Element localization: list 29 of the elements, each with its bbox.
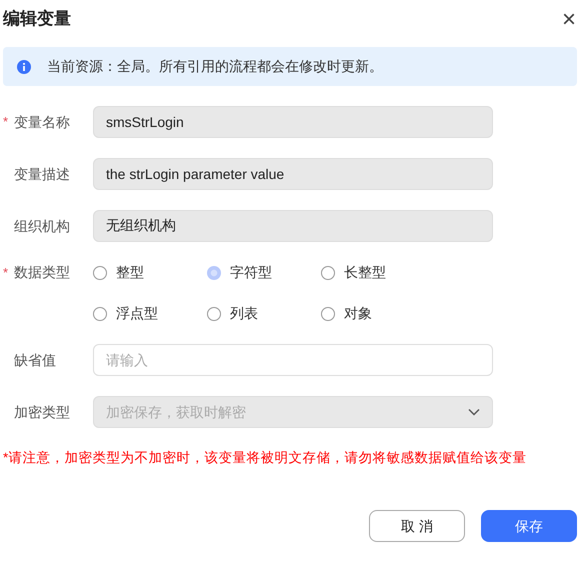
warning-text: *请注意，加密类型为不加密时，该变量将被明文存储，请勿将敏感数据赋值给该变量 (2, 449, 528, 467)
field-label: 缺省值 (14, 350, 56, 370)
radio-button[interactable] (321, 306, 335, 320)
dialog-title: 编辑变量 (3, 9, 71, 30)
radio-button[interactable] (93, 266, 107, 280)
radio-button[interactable] (207, 266, 221, 280)
field-label: 变量描述 (14, 164, 70, 184)
info-icon (17, 60, 31, 74)
radio-button[interactable] (321, 266, 335, 280)
field-label: 加密类型 (14, 402, 70, 422)
field-label: 组织机构 (14, 216, 70, 236)
required-mark: * (3, 113, 10, 132)
info-text: 当前资源：全局。所有引用的流程都会在修改时更新。 (47, 57, 383, 76)
required-mark: * (3, 264, 10, 282)
radio-option[interactable]: 对象 (321, 303, 421, 324)
radio-button[interactable] (93, 306, 107, 320)
save-button[interactable]: 保存 (481, 510, 577, 542)
input-field[interactable]: 请输入 (93, 344, 493, 376)
chevron-down-icon (468, 408, 480, 416)
close-button[interactable]: × (558, 8, 580, 32)
radio-option[interactable]: 字符型 (207, 262, 321, 283)
radio-option[interactable]: 整型 (93, 262, 207, 283)
radio-option[interactable]: 浮点型 (93, 303, 207, 324)
field-label: 变量名称 (14, 112, 70, 132)
radio-button[interactable] (207, 306, 221, 320)
cancel-button[interactable]: 取 消 (369, 510, 465, 542)
radio-option[interactable]: 列表 (207, 303, 321, 324)
radio-option[interactable]: 长整型 (321, 262, 421, 283)
field-label: 数据类型 (14, 263, 70, 282)
